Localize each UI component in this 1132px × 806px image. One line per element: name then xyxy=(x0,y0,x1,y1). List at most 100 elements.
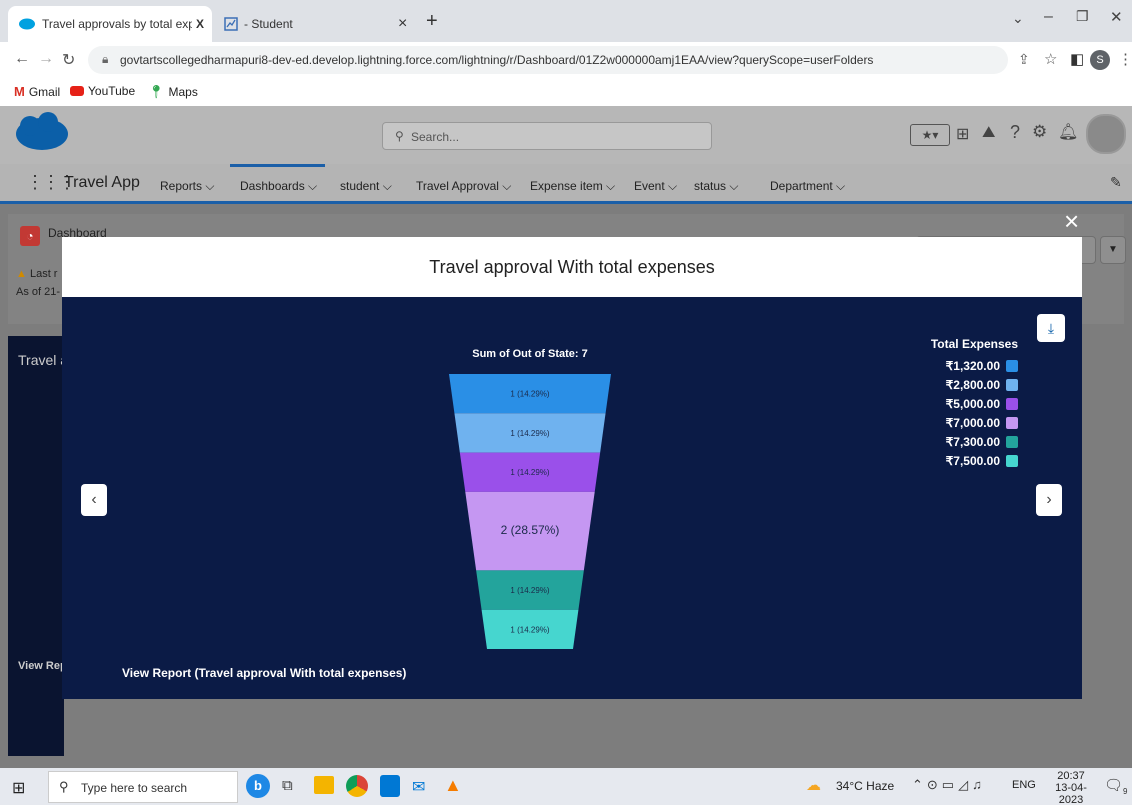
taskbar-search-input[interactable]: ⚲ Type here to search xyxy=(48,771,238,803)
legend-item[interactable]: ₹7,300.00 xyxy=(946,435,1018,449)
edit-nav-icon[interactable]: ✎ xyxy=(1110,174,1122,191)
bookmark-gmail[interactable]: M Gmail xyxy=(14,84,60,99)
global-search-input[interactable]: ⚲ Search... xyxy=(382,122,712,150)
nav-item-dashboards[interactable]: Dashboards ⌵ xyxy=(230,164,326,201)
bing-icon[interactable]: b xyxy=(246,774,270,798)
nav-item-reports[interactable]: Reports ⌵ xyxy=(160,177,214,195)
view-report-link[interactable]: View Report (Travel approval With total … xyxy=(122,666,406,680)
background-chart-panel: Travel a View Rep xyxy=(8,336,68,756)
lock-icon: 🔒︎ xyxy=(102,52,109,66)
tab-search-icon[interactable]: ⌄ xyxy=(1012,10,1024,27)
view-report-link: View Rep xyxy=(18,660,67,672)
url-text: govtartscollegedharmapuri8-dev-ed.develo… xyxy=(120,53,874,67)
forward-icon[interactable]: → xyxy=(38,50,54,68)
menu-icon[interactable]: ⋮ xyxy=(1118,50,1132,68)
bookmark-star-icon[interactable]: ☆ xyxy=(1044,50,1057,68)
browser-tab-strip: Travel approvals by total expense X - St… xyxy=(0,0,1132,42)
legend-item[interactable]: ₹2,800.00 xyxy=(946,378,1018,392)
app-nav-bar: ⋮⋮⋮ Travel App Reports ⌵ Dashboards ⌵ st… xyxy=(0,164,1132,204)
dashboard-more-icon[interactable]: ▼ xyxy=(1100,236,1126,264)
url-field[interactable]: 🔒︎ govtartscollegedharmapuri8-dev-ed.dev… xyxy=(88,46,1008,74)
legend-label: ₹2,800.00 xyxy=(945,378,1000,392)
restore-icon[interactable]: ❐ xyxy=(1076,8,1089,25)
bookmark-label: YouTube xyxy=(88,84,136,98)
legend-item[interactable]: ₹1,320.00 xyxy=(946,359,1018,373)
address-bar-row: ← → ↻ 🔒︎ govtartscollegedharmapuri8-dev-… xyxy=(0,42,1132,78)
bookmark-youtube[interactable]: YouTube xyxy=(70,84,135,98)
salesforce-logo-icon xyxy=(16,112,68,150)
legend-label: ₹7,000.00 xyxy=(945,416,1000,430)
side-panel-icon[interactable]: ◧ xyxy=(1070,50,1084,68)
legend-swatch xyxy=(1006,398,1018,410)
search-icon: ⚲ xyxy=(59,779,69,794)
funnel-data-label: 1 (14.29%) xyxy=(510,586,549,595)
new-tab-button[interactable]: + xyxy=(426,10,438,33)
notifications-bell-icon[interactable]: 🔔︎ xyxy=(1058,122,1078,142)
user-avatar[interactable] xyxy=(1086,114,1126,154)
trailhead-icon[interactable]: ⛰ xyxy=(982,124,995,142)
profile-avatar[interactable]: S xyxy=(1090,50,1110,70)
as-of-text: As of 21- xyxy=(16,286,61,298)
legend-label: ₹7,500.00 xyxy=(945,454,1000,468)
legend-swatch xyxy=(1006,455,1018,467)
previous-chevron-icon[interactable]: ‹ xyxy=(81,484,107,516)
weather-text[interactable]: 34°C Haze xyxy=(836,779,894,793)
report-icon xyxy=(224,17,238,31)
clock-time: 20:37 xyxy=(1057,770,1085,782)
chrome-icon[interactable] xyxy=(346,775,368,797)
funnel-data-label: 2 (28.57%) xyxy=(501,523,560,537)
nav-item-student[interactable]: student ⌵ xyxy=(340,177,392,195)
file-explorer-icon[interactable] xyxy=(314,776,334,794)
minimize-icon[interactable]: – xyxy=(1044,8,1053,26)
share-icon[interactable]: ⇪ xyxy=(1018,51,1030,68)
youtube-icon xyxy=(70,86,84,96)
dashboard-icon: ◔ xyxy=(20,226,40,246)
funnel-data-label: 1 (14.29%) xyxy=(510,468,549,477)
legend-swatch xyxy=(1006,436,1018,448)
tab-travel-approvals[interactable]: Travel approvals by total expense X xyxy=(8,6,212,42)
nav-item-expense-item[interactable]: Expense item ⌵ xyxy=(530,177,615,195)
app-name: Travel App xyxy=(64,174,140,191)
clock[interactable]: 20:37 13-04-2023 xyxy=(1048,770,1094,806)
download-icon[interactable]: ⤓ xyxy=(1037,314,1065,342)
legend-item[interactable]: ₹5,000.00 xyxy=(946,397,1018,411)
favorites-star-icon[interactable]: ★▾ xyxy=(910,124,950,146)
task-view-icon[interactable]: ⧉ xyxy=(282,777,293,794)
system-tray-icons[interactable]: ⌃⊙▭◿♫ xyxy=(912,777,986,793)
setup-gear-icon[interactable]: ⚙ xyxy=(1032,122,1047,142)
language-indicator[interactable]: ENG xyxy=(1012,779,1036,791)
salesforce-cloud-icon xyxy=(19,18,35,30)
legend-label: ₹5,000.00 xyxy=(945,397,1000,411)
notifications-icon[interactable]: 🗨︎9 xyxy=(1104,776,1128,796)
vlc-icon[interactable]: ▲ xyxy=(444,775,462,796)
nav-item-travel-approval[interactable]: Travel Approval ⌵ xyxy=(416,177,511,195)
gmail-icon: M xyxy=(14,84,25,99)
store-icon[interactable] xyxy=(380,775,400,797)
last-refreshed-warning: ▲ Last r xyxy=(16,268,58,280)
next-chevron-icon[interactable]: › xyxy=(1036,484,1062,516)
modal-close-button[interactable]: × xyxy=(1064,206,1079,237)
tab-close-icon[interactable]: × xyxy=(398,15,407,33)
global-actions-icon[interactable]: ⊞ xyxy=(956,124,969,144)
windows-start-icon[interactable]: ⊞ xyxy=(12,778,25,798)
legend-item[interactable]: ₹7,000.00 xyxy=(946,416,1018,430)
bookmark-label: Gmail xyxy=(28,84,61,99)
modal-title: Travel approval With total expenses xyxy=(429,256,715,277)
funnel-data-label: 1 (14.29%) xyxy=(510,625,549,634)
tab-close-icon[interactable]: X xyxy=(196,17,204,31)
tab-student[interactable]: - Student × xyxy=(214,6,418,42)
chart-title: Sum of Out of State: 7 xyxy=(472,348,588,360)
app-header: ⚲ Search... ★▾ ⊞ ⛰ ? ⚙ 🔔︎ xyxy=(0,106,1132,164)
nav-item-status[interactable]: status ⌵ xyxy=(694,177,738,195)
close-window-icon[interactable]: ✕ xyxy=(1110,8,1123,26)
back-icon[interactable]: ← xyxy=(14,50,30,68)
maps-icon: 📍︎ xyxy=(148,84,165,99)
bookmarks-bar: M Gmail YouTube 📍︎ Maps xyxy=(0,78,1132,107)
help-icon[interactable]: ? xyxy=(1010,122,1020,143)
mail-icon[interactable]: ✉ xyxy=(412,777,425,797)
bookmark-maps[interactable]: 📍︎ Maps xyxy=(148,84,198,100)
legend-item[interactable]: ₹7,500.00 xyxy=(946,454,1018,468)
nav-item-department[interactable]: Department ⌵ xyxy=(770,177,845,195)
nav-item-event[interactable]: Event ⌵ xyxy=(634,177,677,195)
reload-icon[interactable]: ↻ xyxy=(62,50,75,70)
